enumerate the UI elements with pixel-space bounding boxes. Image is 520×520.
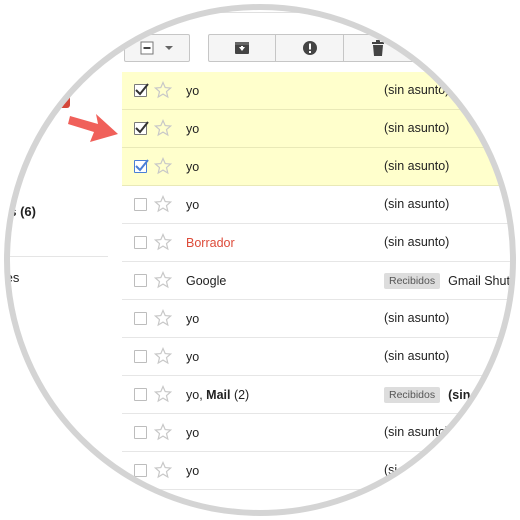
email-subject-area: Recibidos Gmail Shutt [384,273,512,289]
pointer-arrow-icon [68,114,118,142]
archive-icon [235,42,249,54]
email-sender: yo [186,84,200,98]
email-row[interactable]: yo (sin asunto) [122,148,512,186]
row-checkbox[interactable] [134,198,147,211]
row-checkbox[interactable] [134,274,147,287]
delete-icon [372,40,384,56]
left-label-fragment: ) [34,122,39,137]
star-icon[interactable] [154,157,172,175]
select-all-button[interactable] [124,34,190,62]
sidebar-item-notes[interactable]: tes [8,270,19,285]
sender-name: yo, [186,388,207,402]
email-row[interactable]: Borrador (sin asunto) [122,224,512,262]
toolbar-top-border [100,12,512,13]
email-subject-area: (sin asunto) [384,159,449,173]
email-subject: (sin asunto) [384,349,450,363]
star-icon[interactable] [154,271,172,289]
email-list: yo (sin asunto) yo (sin asunto) yo (sin asunt… [122,72,512,490]
checkmark-icon [135,159,149,172]
email-subject-area: (sin asunto) [384,349,449,363]
email-subject: (sin asunto) [384,425,450,439]
email-row[interactable]: yo (si [122,452,512,490]
star-icon[interactable] [154,233,172,251]
email-subject: (sin [448,388,471,402]
email-subject: (sin asunto) [384,235,450,249]
email-sender: yo [186,198,200,212]
star-icon[interactable] [154,385,172,403]
row-checkbox[interactable] [134,388,147,401]
email-subject: (sin asunto) [384,159,450,173]
star-icon[interactable] [154,423,172,441]
email-sender: yo [186,122,200,136]
row-checkbox[interactable] [134,159,149,173]
select-checkbox-icon [140,41,154,55]
email-row[interactable]: yo (sin asunto) [122,338,512,376]
star-icon[interactable] [154,195,172,213]
email-subject-area: (sin asunto) [384,425,449,439]
email-sender: Google [186,274,227,288]
email-row[interactable]: yo (sin asunto) [122,300,512,338]
star-icon[interactable] [154,81,172,99]
email-sender: yo [186,464,200,478]
report-spam-button[interactable] [276,34,344,62]
email-subject-area: (sin asunto) [384,197,449,211]
label-chip[interactable]: Recibidos [384,273,441,289]
row-checkbox[interactable] [134,464,147,477]
email-sender: yo [186,312,200,326]
zoom-circle: ) es (6) tes yo (sin asunto) yo (sin asunto… [8,8,512,512]
email-sender: Borrador [186,236,235,250]
email-subject: (sin asunto) [384,197,450,211]
email-subject: (sin asunto) [384,83,450,97]
email-sender: yo [186,426,200,440]
email-subject: Gmail Shutt [448,274,512,288]
email-row[interactable]: yo, Mail (2) Recibidos (sin [122,376,512,414]
checkmark-icon [135,83,149,96]
email-subject: (sin asunto) [384,121,450,135]
email-subject-area: Recibidos (sin [384,387,470,403]
email-sender: yo [186,160,200,174]
compose-button-fragment[interactable] [56,90,70,108]
email-subject-area: (sin asunto) [384,311,449,325]
label-chip[interactable]: Recibidos [384,387,441,403]
delete-button[interactable] [344,34,512,62]
email-row[interactable]: yo (sin asunto) [122,414,512,452]
row-checkbox[interactable] [134,350,147,363]
email-subject-area: (sin asunto) [384,235,449,249]
email-row[interactable]: yo (sin asunto) [122,72,512,110]
toolbar [8,8,512,72]
thread-count: (2) [230,388,250,402]
row-checkbox[interactable] [134,426,147,439]
sidebar-item-folder[interactable]: es (6) [8,204,36,219]
star-icon[interactable] [154,309,172,327]
sidebar-divider [8,460,108,461]
checkmark-icon [135,121,149,134]
email-subject-area: (sin asunto) [384,83,449,97]
row-checkbox[interactable] [134,121,149,135]
row-checkbox[interactable] [134,312,147,325]
star-icon[interactable] [154,461,172,479]
sidebar-divider [8,256,108,257]
email-subject: (si [384,463,398,477]
archive-button[interactable] [208,34,276,62]
email-sender: yo [186,350,200,364]
chevron-down-icon [165,46,173,50]
email-row[interactable]: yo (sin asunto) [122,110,512,148]
email-subject: (sin asunto) [384,311,450,325]
row-checkbox[interactable] [134,83,149,97]
row-checkbox[interactable] [134,236,147,249]
email-subject-area: (si [384,463,397,477]
star-icon[interactable] [154,119,172,137]
star-icon[interactable] [154,347,172,365]
report-spam-icon [302,41,317,55]
email-sender: yo, Mail (2) [186,388,249,402]
sender-name-unread: Mail [206,388,231,402]
email-subject-area: (sin asunto) [384,121,449,135]
action-button-group [208,34,512,62]
email-row[interactable]: yo (sin asunto) [122,186,512,224]
email-row[interactable]: Google Recibidos Gmail Shutt [122,262,512,300]
